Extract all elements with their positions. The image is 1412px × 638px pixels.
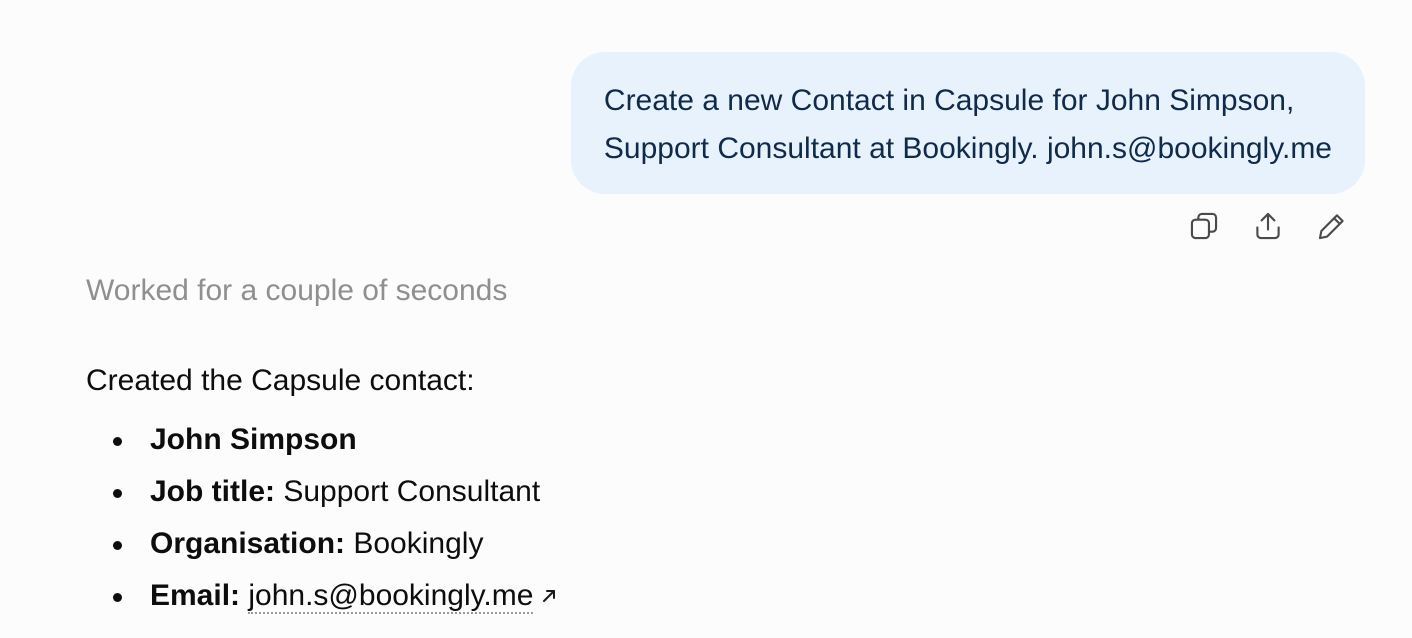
worked-status[interactable]: Worked for a couple of seconds — [86, 274, 507, 308]
email-label: Email: — [150, 579, 241, 612]
job-title-label: Job title: — [150, 475, 275, 508]
message-actions — [1184, 208, 1352, 248]
email-link[interactable]: john.s@bookingly.me — [248, 579, 534, 614]
user-message-line: Support Consultant at Bookingly. john.s@… — [603, 132, 1332, 165]
copy-icon — [1187, 209, 1221, 248]
organisation-label: Organisation: — [150, 527, 346, 560]
edit-pencil-icon — [1315, 209, 1349, 248]
share-icon — [1251, 209, 1285, 248]
external-link-arrow-icon[interactable] — [539, 571, 559, 623]
list-item: John Simpson — [112, 414, 559, 466]
organisation-value: Bookingly — [353, 527, 484, 560]
share-button[interactable] — [1248, 208, 1288, 248]
edit-button[interactable] — [1312, 208, 1352, 248]
user-message-line: Create a new Contact in Capsule for John… — [603, 84, 1295, 117]
job-title-value: Support Consultant — [283, 475, 541, 508]
contact-name: John Simpson — [150, 423, 357, 456]
user-message-bubble: Create a new Contact in Capsule for John… — [570, 52, 1365, 194]
reply-intro: Created the Capsule contact: — [86, 364, 475, 397]
copy-button[interactable] — [1184, 208, 1224, 248]
list-item: Email: john.s@bookingly.me — [112, 570, 559, 623]
chat-page: Create a new Contact in Capsule for John… — [0, 0, 1412, 638]
assistant-reply: Created the Capsule contact: John Simpso… — [86, 355, 559, 623]
list-item: Job title: Support Consultant — [112, 466, 559, 518]
contact-details-list: John Simpson Job title: Support Consulta… — [86, 414, 559, 623]
user-message-row: Create a new Contact in Capsule for John… — [570, 52, 1365, 194]
list-item: Organisation: Bookingly — [112, 518, 559, 570]
